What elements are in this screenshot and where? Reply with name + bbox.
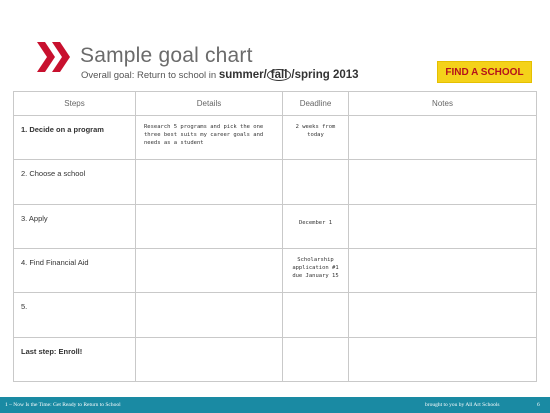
deadline-cell[interactable] xyxy=(282,292,349,338)
deadline-cell[interactable]: December 1 xyxy=(282,203,349,249)
column-header-deadline: Deadline xyxy=(282,91,349,116)
step-cell: 5. xyxy=(13,292,136,338)
notes-cell[interactable] xyxy=(348,292,537,338)
step-cell: 1. Decide on a program xyxy=(13,114,136,161)
notes-cell[interactable] xyxy=(348,203,537,249)
table-header-row: Steps Details Deadline Notes xyxy=(13,91,537,116)
deadline-cell[interactable] xyxy=(282,159,349,205)
notes-cell[interactable] xyxy=(348,336,537,383)
step-cell: 3. Apply xyxy=(13,203,136,249)
step-cell: 2. Choose a school xyxy=(13,159,136,205)
footer-brand: brought to you by All Art Schools xyxy=(425,402,500,408)
season-fall-circled: fall xyxy=(266,69,292,81)
deadline-cell[interactable]: Scholarship application #1 due January 1… xyxy=(282,247,349,294)
details-cell[interactable] xyxy=(135,336,283,383)
details-cell[interactable] xyxy=(135,159,283,205)
details-cell[interactable] xyxy=(135,247,283,294)
step-cell: 4. Find Financial Aid xyxy=(13,247,136,294)
overall-goal: Overall goal: Return to school in summer… xyxy=(81,69,359,81)
page-title: Sample goal chart xyxy=(80,44,253,67)
column-header-steps: Steps xyxy=(13,91,136,116)
chevron-logo-icon xyxy=(37,42,70,72)
table-row: 2. Choose a school xyxy=(13,159,537,205)
table-row: 1. Decide on a program Research 5 progra… xyxy=(13,114,537,161)
overall-goal-prefix: Overall goal: Return to school in xyxy=(81,70,219,81)
goal-chart-table: Steps Details Deadline Notes 1. Decide o… xyxy=(13,91,537,383)
table-row: Last step: Enroll! xyxy=(13,336,537,383)
season-summer: summer xyxy=(218,69,264,81)
step-cell: Last step: Enroll! xyxy=(13,336,136,383)
season-spring-year: spring 2013 xyxy=(294,69,359,81)
table-row: 3. Apply December 1 xyxy=(13,203,537,249)
details-cell[interactable] xyxy=(135,203,283,249)
notes-cell[interactable] xyxy=(348,114,537,161)
table-row: 4. Find Financial Aid Scholarship applic… xyxy=(13,247,537,294)
notes-cell[interactable] xyxy=(348,159,537,205)
table-row: 5. xyxy=(13,292,537,338)
details-cell[interactable] xyxy=(135,292,283,338)
footer-chapter-title: 1 – Now Is the Time: Get Ready to Return… xyxy=(5,402,121,408)
notes-cell[interactable] xyxy=(348,247,537,294)
deadline-cell[interactable] xyxy=(282,336,349,383)
column-header-notes: Notes xyxy=(348,91,537,116)
find-a-school-button[interactable]: FIND A SCHOOL xyxy=(437,61,532,83)
column-header-details: Details xyxy=(135,91,283,116)
page-number: 6 xyxy=(537,402,540,408)
details-cell[interactable]: Research 5 programs and pick the one thr… xyxy=(135,114,283,161)
deadline-cell[interactable]: 2 weeks from today xyxy=(282,114,349,161)
footer-bar: 1 – Now Is the Time: Get Ready to Return… xyxy=(0,397,550,413)
